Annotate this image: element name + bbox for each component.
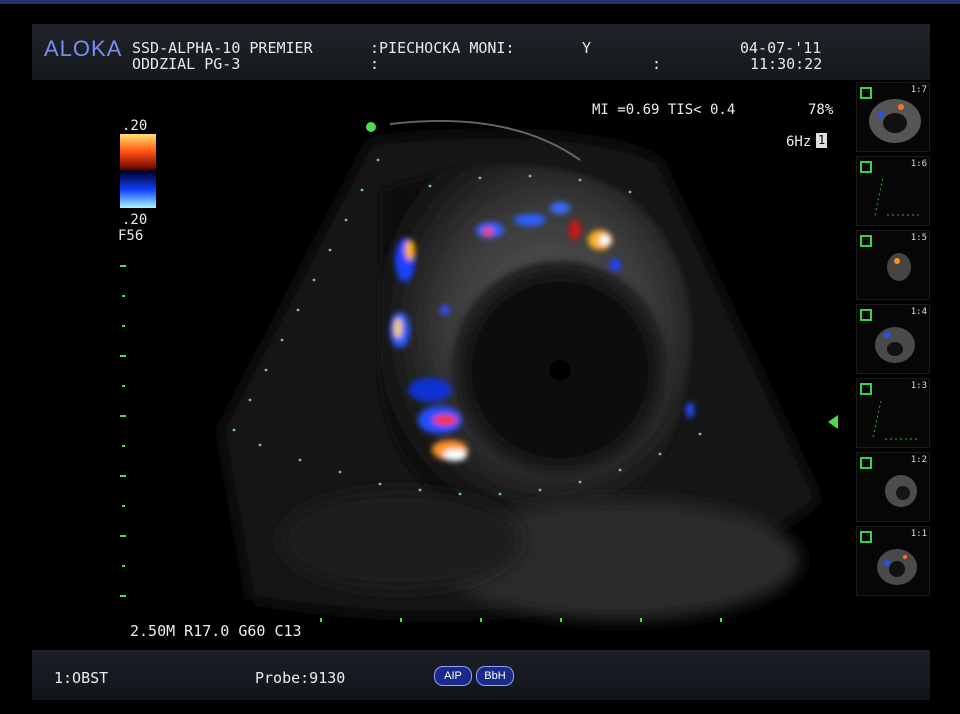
thumbnail-item[interactable]: 1:4: [856, 304, 930, 374]
scale-bottom-value: .20: [122, 212, 148, 228]
header-separator: :: [652, 55, 662, 73]
thumbnail-image: [875, 327, 915, 363]
power-readout: 78%: [808, 102, 834, 118]
top-border: [0, 0, 960, 4]
mi-tis-readout: MI =0.69 TIS< 0.4: [592, 102, 736, 118]
frame-rate-badge: 1: [816, 133, 828, 148]
patient-flag: Y: [582, 39, 592, 57]
device-model: SSD-ALPHA-10 PREMIER: [132, 39, 313, 57]
exam-preset: 1:OBST: [54, 669, 109, 687]
frame-rate: 6Hz: [786, 134, 812, 150]
bbh-button[interactable]: BbH: [476, 666, 514, 686]
scale-mode: F56: [118, 228, 144, 244]
cine-thumbnail-strip: 1:7 1:6 1:5 1:4 1:3 1:2 1:1: [856, 82, 930, 596]
patient-name: :PIECHOCKA MONI:: [370, 39, 515, 57]
department-separator: :: [370, 55, 380, 73]
thumbnail-item[interactable]: 1:2: [856, 452, 930, 522]
probe-info: Probe:9130: [255, 669, 346, 687]
thumbnail-image: [885, 475, 917, 507]
thumbnail-image: [877, 549, 917, 585]
brand-logo: ALOKA: [44, 36, 123, 61]
focus-marker-icon: [366, 122, 376, 132]
imaging-parameters: 2.50M R17.0 G60 C13: [130, 622, 302, 640]
thumbnail-item[interactable]: 1:7: [856, 82, 930, 152]
department: ODDZIAL PG-3: [132, 55, 241, 73]
exam-date: 04-07-'11: [740, 39, 822, 57]
thumbnail-item[interactable]: 1:1: [856, 526, 930, 596]
thumbnail-image: [874, 176, 919, 216]
scale-top-value: .20: [122, 118, 148, 134]
thumbnail-image: [872, 400, 919, 440]
thumbnail-image: [869, 99, 921, 143]
thumbnail-item[interactable]: 1:3: [856, 378, 930, 448]
exam-time: 11:30:22: [750, 55, 823, 73]
doppler-color-scale: [120, 134, 156, 208]
thumbnail-image: [887, 253, 911, 281]
thumbnail-item[interactable]: 1:6: [856, 156, 930, 226]
ultrasound-image[interactable]: [100, 100, 840, 630]
aip-button[interactable]: AIP: [434, 666, 472, 686]
focal-zone-arrow-icon[interactable]: [828, 415, 838, 429]
thumbnail-item[interactable]: 1:5: [856, 230, 930, 300]
